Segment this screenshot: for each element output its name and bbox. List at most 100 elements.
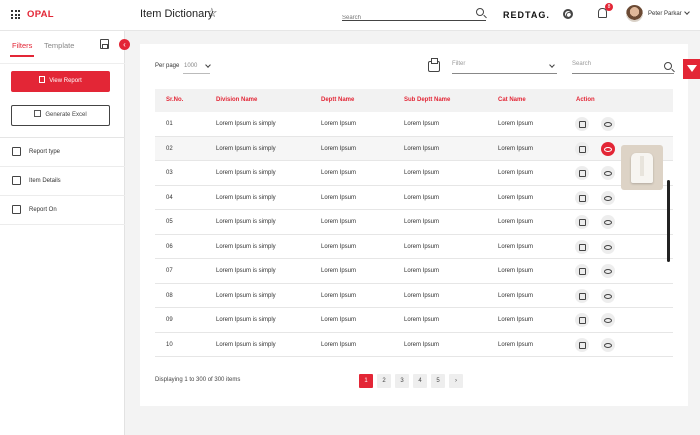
column-header[interactable]: Sub Deptt Name xyxy=(404,97,450,103)
save-template-icon[interactable] xyxy=(100,39,109,49)
view-report-button[interactable]: View Report xyxy=(11,71,110,92)
table-cell: Lorem Ipsum xyxy=(498,145,534,152)
table-cell: Lorem Ipsum xyxy=(321,194,357,201)
global-search[interactable] xyxy=(342,6,486,21)
table-cell: Lorem Ipsum xyxy=(321,243,357,250)
column-header[interactable]: Sr.No. xyxy=(166,97,183,103)
view-eye-icon[interactable] xyxy=(601,313,615,327)
next-page-button[interactable]: › xyxy=(449,374,463,388)
sidebar-item-report-on[interactable]: Report On xyxy=(0,196,125,225)
sidebar-item-label: Item Details xyxy=(29,178,61,184)
view-eye-icon[interactable] xyxy=(601,166,615,180)
edit-icon[interactable] xyxy=(575,117,589,131)
table-cell: Lorem Ipsum is simply xyxy=(216,121,276,127)
page-button[interactable]: 2 xyxy=(377,374,391,388)
table-row[interactable]: 06 Lorem Ipsum is simply Lorem Ipsum Lorem … xyxy=(155,234,673,259)
table-cell: Lorem Ipsum is simply xyxy=(216,292,276,299)
filter-dropdown[interactable]: Filter xyxy=(452,61,557,74)
view-eye-icon[interactable] xyxy=(601,141,615,156)
view-eye-icon[interactable] xyxy=(601,239,615,254)
edit-icon[interactable] xyxy=(575,239,589,254)
brand-logo[interactable]: OPAL xyxy=(27,9,54,20)
view-eye-icon[interactable] xyxy=(601,215,615,229)
page-button[interactable]: 4 xyxy=(413,374,427,388)
global-search-input[interactable] xyxy=(342,15,462,21)
table-cell: Lorem Ipsum xyxy=(498,268,534,274)
per-page-select[interactable]: 1000 xyxy=(184,63,197,69)
clipboard-icon xyxy=(12,205,21,214)
sidebar-item-item-details[interactable]: Item Details xyxy=(0,167,125,196)
page-button[interactable]: 1 xyxy=(359,374,373,388)
column-header[interactable]: Division Name xyxy=(216,97,257,103)
table-cell: 01 xyxy=(166,121,173,127)
table-row[interactable]: 09 Lorem Ipsum is simply Lorem Ipsum Lorem … xyxy=(155,308,673,333)
view-eye-icon[interactable] xyxy=(601,337,615,352)
edit-icon[interactable] xyxy=(575,264,589,278)
view-eye-icon[interactable] xyxy=(601,288,615,303)
divider xyxy=(0,63,125,64)
view-eye-icon[interactable] xyxy=(601,190,615,205)
favorite-star-icon[interactable]: ☆ xyxy=(206,6,218,19)
edit-icon[interactable] xyxy=(575,288,589,303)
edit-icon[interactable] xyxy=(575,215,589,229)
table-row[interactable]: 02 Lorem Ipsum is simply Lorem Ipsum Lorem … xyxy=(155,136,673,161)
generate-excel-label: Generate Excel xyxy=(45,112,87,118)
notification-badge: 8 xyxy=(605,3,613,11)
edit-icon[interactable] xyxy=(575,313,589,327)
chevron-down-icon[interactable] xyxy=(205,62,211,68)
table-cell: Lorem Ipsum xyxy=(404,219,440,225)
edit-icon[interactable] xyxy=(575,166,589,180)
page-button[interactable]: 5 xyxy=(431,374,445,388)
table-row[interactable]: 01 Lorem Ipsum is simply Lorem Ipsum Lorem … xyxy=(155,112,673,137)
edit-icon[interactable] xyxy=(575,190,589,205)
sidebar-item-label: Report type xyxy=(29,149,61,155)
chevron-down-icon xyxy=(549,62,555,68)
column-header[interactable]: Cat Name xyxy=(498,97,526,103)
filter-panel-toggle-icon[interactable] xyxy=(683,59,700,79)
print-icon[interactable] xyxy=(428,58,440,72)
edit-icon[interactable] xyxy=(575,337,589,352)
view-eye-icon[interactable] xyxy=(601,264,615,278)
table-cell: Lorem Ipsum xyxy=(321,145,357,152)
table-cell: Lorem Ipsum xyxy=(404,194,440,201)
view-eye-icon[interactable] xyxy=(601,117,615,131)
search-icon[interactable] xyxy=(476,8,484,16)
table-row[interactable]: 05 Lorem Ipsum is simply Lorem Ipsum Lorem … xyxy=(155,210,673,235)
table-row[interactable]: 07 Lorem Ipsum is simply Lorem Ipsum Lorem … xyxy=(155,259,673,284)
filter-placeholder: Filter xyxy=(452,61,466,67)
table-search-field[interactable]: Search xyxy=(572,61,674,74)
user-name: Peter Parkar xyxy=(648,11,682,17)
report-card: Per page 1000 Filter Search Sr.No. Divis… xyxy=(140,44,688,406)
table-scrollbar[interactable] xyxy=(667,180,670,262)
app-grid-icon[interactable] xyxy=(11,10,20,19)
tab-template[interactable]: Template xyxy=(44,41,74,50)
tab-filters[interactable]: Filters xyxy=(12,41,32,50)
table-row[interactable]: 10 Lorem Ipsum is simply Lorem Ipsum Lorem … xyxy=(155,332,673,357)
product-preview-image xyxy=(621,145,663,190)
table-cell: 04 xyxy=(166,194,173,201)
pagination: 1 2 3 4 5 › xyxy=(359,374,463,388)
sidebar-item-label: Report On xyxy=(29,207,57,213)
user-menu[interactable]: Peter Parkar xyxy=(648,9,690,17)
table-row[interactable]: 04 Lorem Ipsum is simply Lorem Ipsum Lorem … xyxy=(155,185,673,210)
sidebar-item-report-type[interactable]: Report type xyxy=(0,138,125,167)
user-avatar[interactable] xyxy=(626,5,643,22)
search-icon[interactable] xyxy=(664,62,672,70)
document-icon xyxy=(39,75,46,83)
edit-icon[interactable] xyxy=(575,141,589,156)
table-cell: 03 xyxy=(166,170,173,176)
excel-icon xyxy=(34,109,42,117)
filters-sidebar: Filters Template ‹ View Report Generate … xyxy=(0,31,130,435)
collapse-sidebar-button[interactable]: ‹ xyxy=(119,39,130,50)
page-button[interactable]: 3 xyxy=(395,374,409,388)
generate-excel-button[interactable]: Generate Excel xyxy=(11,105,110,126)
table-cell: Lorem Ipsum is simply xyxy=(216,341,276,348)
table-cell: Lorem Ipsum xyxy=(404,170,440,176)
table-cell: Lorem Ipsum xyxy=(498,170,534,176)
column-header[interactable]: Deptt Name xyxy=(321,97,354,103)
table-row[interactable]: 08 Lorem Ipsum is simply Lorem Ipsum Lorem … xyxy=(155,283,673,308)
per-page-label: Per page xyxy=(155,63,180,69)
settings-gear-icon[interactable] xyxy=(563,9,573,19)
chevron-down-icon xyxy=(683,9,690,15)
table-row[interactable]: 03 Lorem Ipsum is simply Lorem Ipsum Lorem … xyxy=(155,161,673,186)
